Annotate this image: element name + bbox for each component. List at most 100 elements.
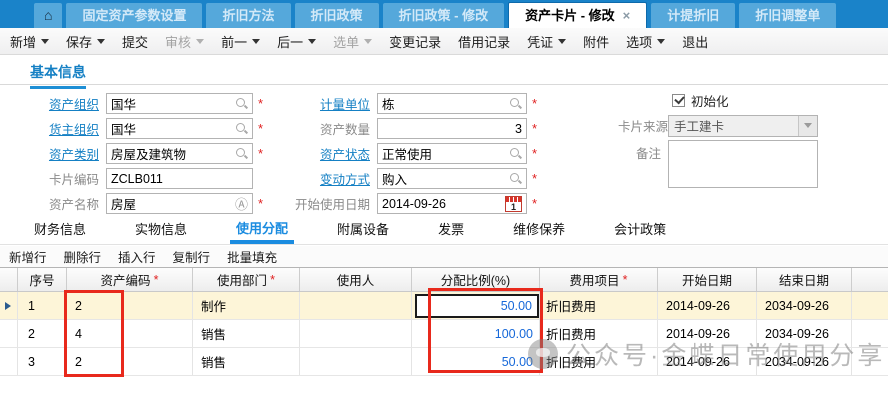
cell-end-date[interactable]: 2034-09-26 xyxy=(757,348,852,375)
magnifier-icon[interactable] xyxy=(509,172,522,185)
cell-asset-code[interactable]: 2 xyxy=(67,348,193,375)
cell-asset-code[interactable]: 4 xyxy=(67,320,193,347)
tab-fixed-asset-params[interactable]: 固定资产参数设置 xyxy=(66,3,202,28)
next-button[interactable]: 后一 xyxy=(277,32,316,51)
batch-fill-button[interactable]: 批量填充 xyxy=(227,247,277,266)
cell-ratio[interactable]: 50.00 xyxy=(412,348,540,375)
owner-org-label[interactable]: 货主组织 xyxy=(0,119,106,138)
cell-dept[interactable]: 制作 xyxy=(193,292,300,319)
grid-row-2[interactable]: 2 4 销售 100.00 折旧费用 2014-09-26 2034-09-26 xyxy=(0,320,888,348)
cell-seq[interactable]: 2 xyxy=(18,320,67,347)
col-seq[interactable]: 序号 xyxy=(18,268,67,291)
home-tab[interactable]: ⌂ xyxy=(34,3,62,28)
col-asset-code[interactable]: 资产编码* xyxy=(67,268,193,291)
save-button[interactable]: 保存 xyxy=(66,32,105,51)
new-button[interactable]: 新增 xyxy=(10,32,49,51)
caret-down-icon[interactable] xyxy=(657,39,665,44)
cell-expense[interactable]: 折旧费用 xyxy=(540,292,658,319)
col-start-date[interactable]: 开始日期 xyxy=(658,268,757,291)
tab-maintenance[interactable]: 维修保养 xyxy=(507,219,571,244)
exit-button[interactable]: 退出 xyxy=(682,32,708,51)
change-mode-input[interactable]: 购入 xyxy=(377,168,527,189)
cell-end-date[interactable]: 2034-09-26 xyxy=(757,292,852,319)
cell-expense[interactable]: 折旧费用 xyxy=(540,348,658,375)
cell-end-date[interactable]: 2034-09-26 xyxy=(757,320,852,347)
cell-start-date[interactable]: 2014-09-26 xyxy=(658,292,757,319)
cell-expense[interactable]: 折旧费用 xyxy=(540,320,658,347)
cell-ratio[interactable]: 100.00 xyxy=(412,320,540,347)
col-ratio[interactable]: 分配比例(%) xyxy=(412,268,540,291)
magnifier-icon[interactable] xyxy=(509,97,522,110)
voucher-button[interactable]: 凭证 xyxy=(527,32,566,51)
cell-dept[interactable]: 销售 xyxy=(193,320,300,347)
magnifier-icon[interactable] xyxy=(509,147,522,160)
cell-user[interactable] xyxy=(300,292,412,319)
remark-label: 备注 xyxy=(618,140,668,162)
change-record-button[interactable]: 变更记录 xyxy=(389,32,441,51)
card-code-input[interactable]: ZCLB011 xyxy=(106,168,253,189)
grid-row-3[interactable]: 3 2 销售 50.00 折旧费用 2014-09-26 2034-09-26 xyxy=(0,348,888,376)
magnifier-icon[interactable] xyxy=(235,147,248,160)
copy-row-button[interactable]: 复制行 xyxy=(173,247,211,266)
change-mode-label[interactable]: 变动方式 xyxy=(295,169,377,188)
cell-asset-code[interactable]: 2 xyxy=(67,292,193,319)
status-input[interactable]: 正常使用 xyxy=(377,143,527,164)
add-row-button[interactable]: 新增行 xyxy=(9,247,47,266)
start-date-input[interactable]: 2014-09-26 1 xyxy=(377,193,527,214)
tab-depreciation-policy-edit[interactable]: 折旧政策 - 修改 xyxy=(383,3,505,28)
asset-category-label[interactable]: 资产类别 xyxy=(0,144,106,163)
calendar-icon[interactable]: 1 xyxy=(505,196,522,212)
caret-down-icon[interactable] xyxy=(252,39,260,44)
submit-button[interactable]: 提交 xyxy=(122,32,148,51)
insert-row-button[interactable]: 插入行 xyxy=(118,247,156,266)
tab-depreciation-adjustment[interactable]: 折旧调整单 xyxy=(739,3,836,28)
remark-textarea[interactable] xyxy=(668,140,818,188)
caret-down-icon[interactable] xyxy=(308,39,316,44)
tab-asset-card-edit[interactable]: 资产卡片 - 修改 × xyxy=(508,2,647,28)
asset-org-label[interactable]: 资产组织 xyxy=(0,94,106,113)
caret-down-icon[interactable] xyxy=(558,39,566,44)
cell-user[interactable] xyxy=(300,320,412,347)
col-expense[interactable]: 费用项目* xyxy=(540,268,658,291)
asset-category-input[interactable]: 房屋及建筑物 xyxy=(106,143,253,164)
tab-physical-info[interactable]: 实物信息 xyxy=(129,219,193,244)
tab-depreciation-policy[interactable]: 折旧政策 xyxy=(295,3,379,28)
cell-start-date[interactable]: 2014-09-26 xyxy=(658,348,757,375)
previous-button[interactable]: 前一 xyxy=(221,32,260,51)
tab-depreciation-method[interactable]: 折旧方法 xyxy=(206,3,290,28)
multilingual-icon[interactable]: Ⓐ xyxy=(235,194,248,213)
close-icon[interactable]: × xyxy=(623,3,631,29)
col-dept[interactable]: 使用部门* xyxy=(193,268,300,291)
cell-seq[interactable]: 3 xyxy=(18,348,67,375)
col-user[interactable]: 使用人 xyxy=(300,268,412,291)
cell-start-date[interactable]: 2014-09-26 xyxy=(658,320,757,347)
tab-invoice[interactable]: 发票 xyxy=(432,219,470,244)
initialized-checkbox[interactable] xyxy=(672,94,685,107)
cell-user[interactable] xyxy=(300,348,412,375)
asset-org-input[interactable]: 国华 xyxy=(106,93,253,114)
tab-attached-equipment[interactable]: 附属设备 xyxy=(331,219,395,244)
owner-org-input[interactable]: 国华 xyxy=(106,118,253,139)
status-label[interactable]: 资产状态 xyxy=(295,144,377,163)
magnifier-icon[interactable] xyxy=(235,97,248,110)
tab-accounting-policy[interactable]: 会计政策 xyxy=(608,219,672,244)
cell-seq[interactable]: 1 xyxy=(18,292,67,319)
unit-label[interactable]: 计量单位 xyxy=(295,94,377,113)
delete-row-button[interactable]: 删除行 xyxy=(64,247,102,266)
unit-input[interactable]: 栋 xyxy=(377,93,527,114)
caret-down-icon[interactable] xyxy=(41,39,49,44)
asset-name-input[interactable]: 房屋Ⓐ xyxy=(106,193,253,214)
tab-depreciation-run[interactable]: 计提折旧 xyxy=(651,3,735,28)
tab-usage-allocation[interactable]: 使用分配 xyxy=(230,218,294,244)
cell-dept[interactable]: 销售 xyxy=(193,348,300,375)
cell-ratio-editing[interactable]: 50.00 xyxy=(415,294,539,318)
col-end-date[interactable]: 结束日期 xyxy=(757,268,852,291)
caret-down-icon[interactable] xyxy=(97,39,105,44)
quantity-input[interactable]: 3 xyxy=(377,118,527,139)
magnifier-icon[interactable] xyxy=(235,122,248,135)
options-button[interactable]: 选项 xyxy=(626,32,665,51)
attachment-button[interactable]: 附件 xyxy=(583,32,609,51)
tab-financial-info[interactable]: 财务信息 xyxy=(28,219,92,244)
grid-row-1[interactable]: 1 2 制作 50.00 折旧费用 2014-09-26 2034-09-26 xyxy=(0,292,888,320)
borrow-record-button[interactable]: 借用记录 xyxy=(458,32,510,51)
